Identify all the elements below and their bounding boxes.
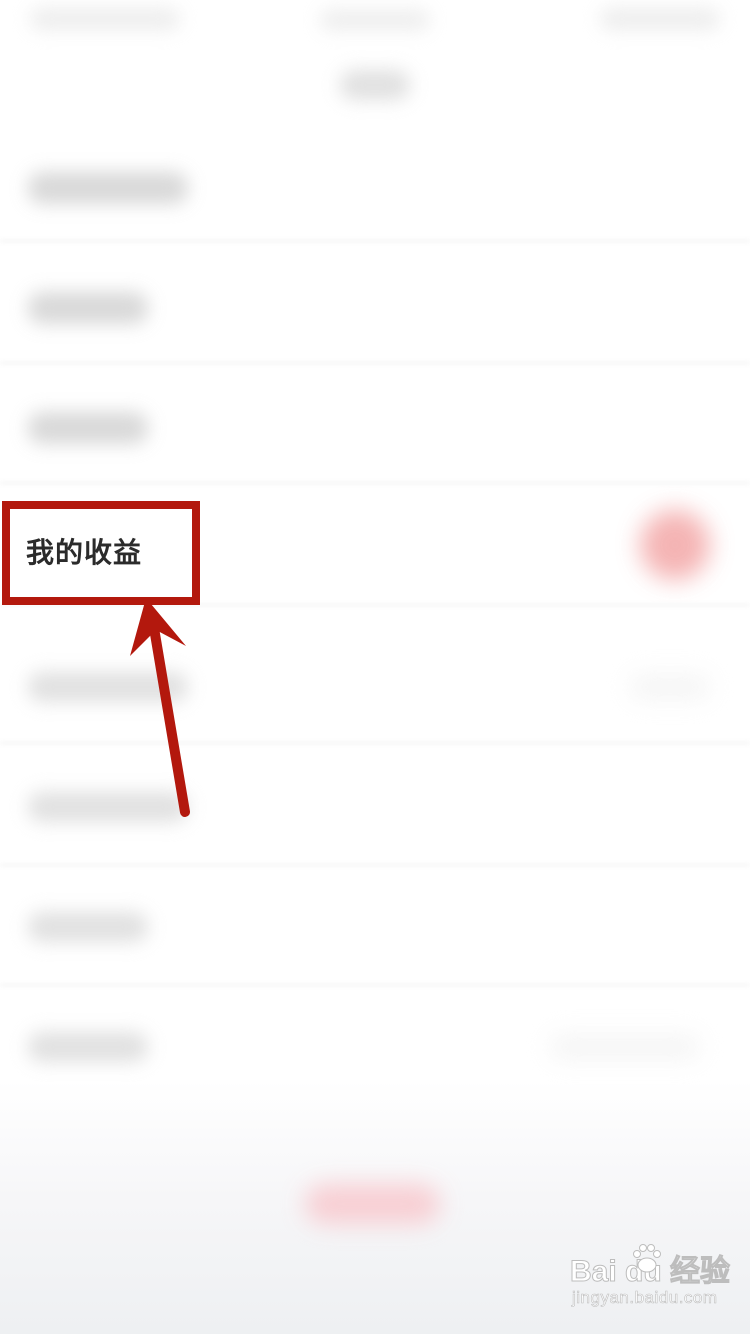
paw-icon xyxy=(633,1244,661,1273)
arrow-up-icon xyxy=(130,598,190,817)
watermark-url: jingyan.baidu.com xyxy=(572,1288,718,1308)
watermark: Bai du 经验 jingyan.baidu.com xyxy=(569,1244,731,1316)
